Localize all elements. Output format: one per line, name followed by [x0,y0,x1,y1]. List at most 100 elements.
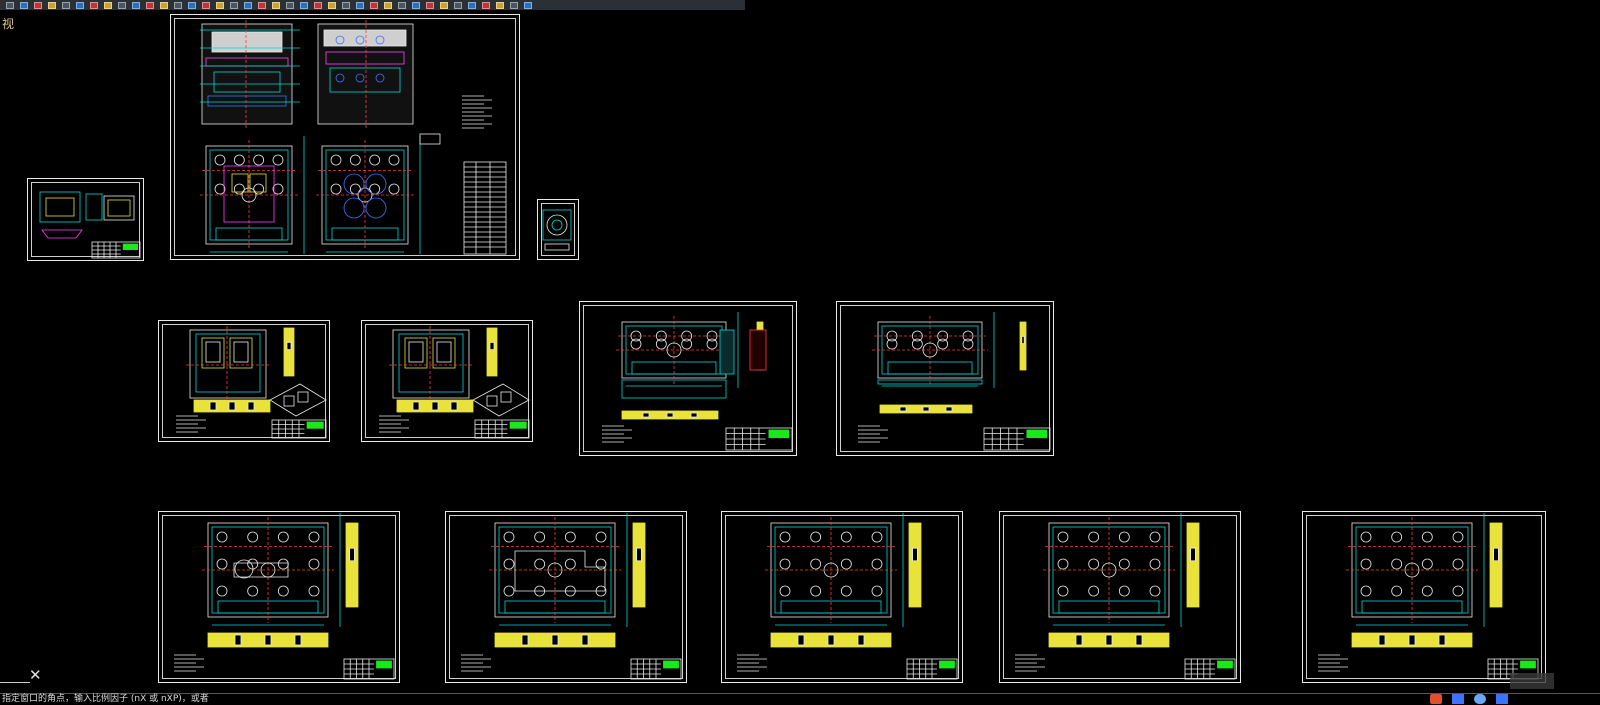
section-pocket [899,406,907,412]
bolt-hole [216,585,228,597]
section-view [632,522,646,608]
bolt-hole [681,338,693,350]
section-pocket [1105,634,1113,646]
cavity-core [233,341,249,363]
bolt-hole [564,531,576,543]
title-logo [509,421,527,429]
section-view [486,327,498,377]
bolt-hole [1118,585,1130,597]
plate-step [331,227,399,241]
round-part [546,214,568,236]
detail-box [419,133,441,145]
command-bar[interactable]: 指定窗口的角点，输入比例因子 (nX 或 nXP)，或者 [0,693,1600,705]
bolt-hole [1421,585,1433,597]
section-view [283,327,295,377]
close-command-icon[interactable]: ✕ [29,668,42,683]
tray-input-icon[interactable] [1452,694,1464,704]
section-pocket [264,634,272,646]
section-slot [489,341,495,350]
cavity-core [205,341,221,363]
bolt-hole [349,154,361,166]
tray-dot-icon[interactable] [1474,694,1486,704]
bolt-hole [911,338,923,350]
section-pocket [1135,634,1143,646]
title-logo [1217,660,1233,669]
bolt-hole [937,338,949,350]
bolt-hole [564,558,576,570]
product-inner [45,197,75,217]
bolt-hole [810,531,822,543]
insert-outline [392,329,470,399]
bolt-hole [308,585,320,597]
bolt-hole [871,531,883,543]
watermark-logo [1510,673,1554,689]
bolt-hole [840,558,852,570]
section-pocket [945,406,953,412]
bolt-hole [214,183,226,195]
bolt-hole [247,585,259,597]
bolt-hole [277,531,289,543]
section-slot [1021,335,1025,344]
section-view [345,522,359,608]
section-slot [636,547,642,562]
section-pocket [827,634,835,646]
section-view [908,522,922,608]
bolt-hole [810,558,822,570]
section-pocket [1075,634,1083,646]
bolt-hole [779,531,791,543]
bolt-hole [779,558,791,570]
bolt-hole [388,183,400,195]
command-line-divider [0,682,30,683]
insert-cavity [201,337,225,369]
bolt-hole [330,154,342,166]
section-pocket [294,634,302,646]
bolt-hole [840,585,852,597]
section-pocket [1408,634,1416,646]
bolt-hole [277,585,289,597]
bolt-hole [840,531,852,543]
bolt-hole [962,338,974,350]
section-pocket [209,401,217,411]
bolt-hole [233,154,245,166]
plate-hatch [211,31,283,53]
bolt-hole [1118,558,1130,570]
bolt-hole [630,338,642,350]
iso-pocket [283,395,295,407]
bolt-hole [503,585,515,597]
round-part-bore [551,219,563,231]
section-pocket [551,634,559,646]
bolt-hole [503,531,515,543]
section-view [1489,522,1503,608]
product-section [41,229,83,239]
bolt-hole [1057,585,1069,597]
bolt-hole [330,183,342,195]
tray-settings-icon[interactable] [1496,694,1508,704]
section-pocket [797,634,805,646]
tray-logo-icon[interactable] [1430,694,1442,704]
bolt-hole [1057,558,1069,570]
part-base [544,243,570,251]
blue-insert [365,197,387,219]
title-logo [306,421,324,429]
insert-cavity [432,337,456,369]
insert-cavity [404,337,428,369]
cad-drawing-canvas[interactable] [0,0,1600,705]
bolt-hole [1452,531,1464,543]
section-pocket [666,412,674,418]
section-pocket [247,401,255,411]
bolt-hole [216,531,228,543]
title-logo [122,243,138,250]
bolt-hole [1360,531,1372,543]
section-pocket [431,401,439,411]
iso-pocket [500,391,512,403]
section-view [1186,522,1200,608]
bolt-hole [1118,531,1130,543]
bolt-hole [388,154,400,166]
section-pocket [1378,634,1386,646]
bolt-hole [272,154,284,166]
bolt-hole [369,154,381,166]
bolt-hole [810,585,822,597]
section-slot [349,547,355,562]
status-tray [1430,694,1508,704]
cavity-core [436,341,452,363]
